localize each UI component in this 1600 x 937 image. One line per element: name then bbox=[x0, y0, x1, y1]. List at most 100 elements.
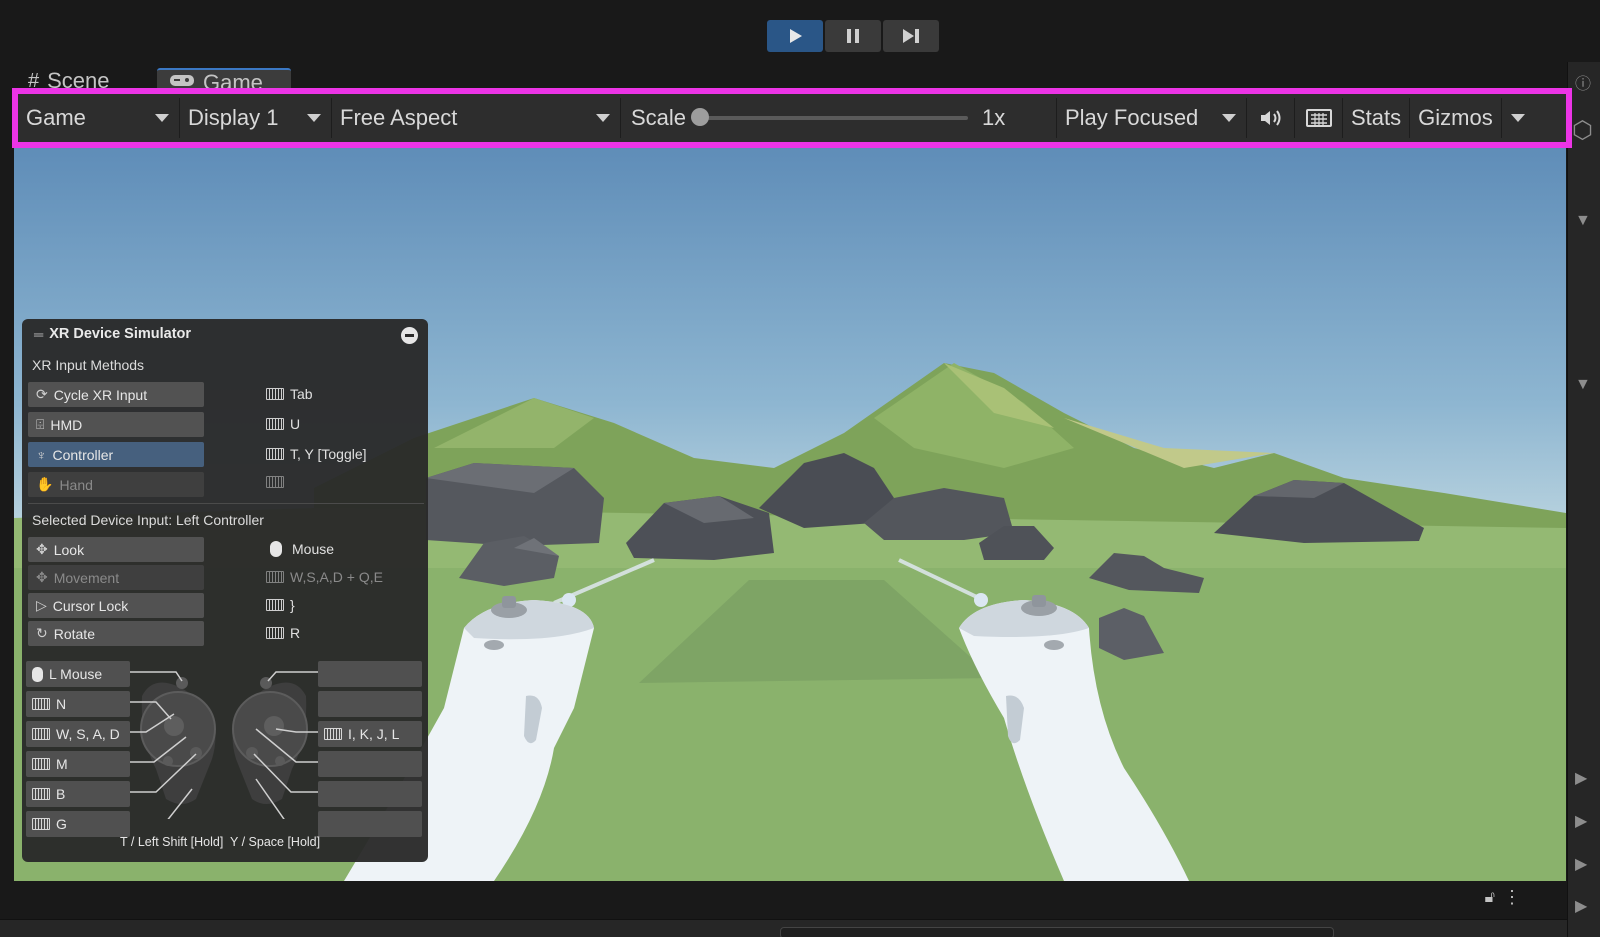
view-dropdown[interactable]: Game bbox=[18, 98, 180, 138]
xr-device-simulator-panel: ═ XR Device Simulator XR Input Methods ⟳… bbox=[22, 319, 428, 862]
gizmos-dropdown[interactable] bbox=[1500, 98, 1535, 138]
stats-button[interactable]: Stats bbox=[1343, 98, 1411, 138]
cursor-lock-label: Cursor Lock bbox=[52, 597, 129, 614]
cube-icon[interactable]: ⬡ bbox=[1572, 116, 1593, 145]
cursor-lock-button[interactable]: ▷ Cursor Lock bbox=[28, 593, 204, 618]
mute-audio-button[interactable] bbox=[1247, 98, 1295, 138]
expand-arrow-icon-3[interactable]: ▶ bbox=[1575, 854, 1587, 874]
left-controller-button-3[interactable]: W, S, A, D bbox=[26, 721, 130, 747]
move-icon: ✥ bbox=[36, 569, 48, 585]
play-mode-label: Play Focused bbox=[1065, 105, 1199, 130]
left-controller-button-4[interactable]: M bbox=[26, 751, 130, 777]
left-controller-button-2[interactable]: N bbox=[26, 691, 130, 717]
movement-key: W,S,A,D + Q,E bbox=[266, 569, 383, 585]
scale-slider-thumb[interactable] bbox=[691, 108, 710, 126]
keyboard-icon bbox=[32, 698, 50, 710]
drag-handle-icon[interactable]: ═ bbox=[34, 327, 43, 342]
cycle-xr-input-key: Tab bbox=[266, 386, 313, 402]
pause-icon bbox=[847, 29, 859, 43]
more-icon-bottom[interactable]: ⋮ bbox=[1503, 887, 1521, 908]
rotate-button[interactable]: ↻ Rotate bbox=[28, 621, 204, 646]
right-controller-button-3[interactable]: I, K, J, L bbox=[318, 721, 422, 747]
right-controller-button-1[interactable] bbox=[318, 661, 422, 687]
game-view-viewport[interactable]: ═ XR Device Simulator XR Input Methods ⟳… bbox=[14, 148, 1566, 881]
keyboard-icon bbox=[266, 418, 284, 430]
unity-editor-window: # Scene Game ⋮ ⓘ ⬡ ▼ ▼ ▶ ▶ ▶ ▶ Game Disp… bbox=[0, 0, 1600, 937]
chevron-down-icon bbox=[155, 114, 169, 122]
left-controller-button-5-label: B bbox=[56, 786, 66, 802]
look-key-label: Mouse bbox=[292, 541, 335, 557]
right-controller-button-6[interactable] bbox=[318, 811, 422, 837]
right-trigger-hint: Y / Space [Hold] bbox=[230, 835, 321, 849]
play-toolbar bbox=[0, 0, 1600, 68]
left-controller-button-1-label: L Mouse bbox=[49, 666, 103, 682]
scale-label: Scale bbox=[631, 105, 687, 130]
hand-key bbox=[266, 476, 284, 488]
keyboard-icon bbox=[324, 728, 342, 740]
cycle-icon: ⟳ bbox=[36, 386, 48, 402]
lock-icon[interactable]: 🔓︎ bbox=[1485, 889, 1495, 907]
keyboard-shortcuts-button[interactable] bbox=[1295, 98, 1343, 138]
movement-key-label: W,S,A,D + Q,E bbox=[290, 569, 383, 585]
controller-key: T, Y [Toggle] bbox=[266, 446, 367, 462]
expand-arrow-icon[interactable]: ▶ bbox=[1575, 768, 1587, 788]
controller-diagram bbox=[126, 671, 322, 819]
xr-panel-header[interactable]: ═ XR Device Simulator bbox=[34, 326, 191, 342]
left-controller-button-6[interactable]: G bbox=[26, 811, 130, 837]
left-controller-button-5[interactable]: B bbox=[26, 781, 130, 807]
aspect-dropdown-label: Free Aspect bbox=[340, 105, 458, 130]
display-dropdown[interactable]: Display 1 bbox=[180, 98, 332, 138]
collapse-arrow-icon[interactable]: ▼ bbox=[1575, 212, 1591, 230]
search-input[interactable] bbox=[780, 927, 1334, 937]
right-sidebar: ⓘ ⬡ ▼ ▼ ▶ ▶ ▶ ▶ bbox=[1567, 62, 1600, 937]
step-icon bbox=[903, 29, 919, 43]
hand-button[interactable]: ✋ Hand bbox=[28, 472, 204, 497]
rotate-key: R bbox=[266, 625, 300, 641]
scale-control: Scale 1x bbox=[621, 98, 1057, 138]
right-controller-button-5[interactable] bbox=[318, 781, 422, 807]
look-label: Look bbox=[53, 541, 85, 558]
pause-button[interactable] bbox=[825, 20, 881, 52]
look-button[interactable]: ✥ Look bbox=[28, 537, 204, 562]
play-mode-dropdown[interactable]: Play Focused bbox=[1057, 98, 1247, 138]
aspect-dropdown[interactable]: Free Aspect bbox=[332, 98, 621, 138]
keyboard-icon bbox=[266, 448, 284, 460]
right-controller-button-4[interactable] bbox=[318, 751, 422, 777]
gizmos-label: Gizmos bbox=[1418, 105, 1493, 130]
hmd-button[interactable]: ⌹ HMD bbox=[28, 412, 204, 437]
collapse-panel-button[interactable] bbox=[401, 327, 418, 344]
game-view-toolbar: Game Display 1 Free Aspect Scale 1x Play… bbox=[12, 88, 1572, 148]
keyboard-icon bbox=[266, 571, 284, 583]
collapse-arrow-icon-2[interactable]: ▼ bbox=[1575, 376, 1591, 394]
hmd-label: HMD bbox=[50, 416, 83, 433]
chevron-down-icon bbox=[307, 114, 321, 122]
scale-slider[interactable] bbox=[691, 108, 969, 126]
keyboard-icon bbox=[32, 788, 50, 800]
right-controller-button-3-label: I, K, J, L bbox=[348, 726, 400, 742]
info-icon[interactable]: ⓘ bbox=[1575, 70, 1591, 94]
bottom-panel: 🔓︎ ⋮ bbox=[0, 881, 1567, 937]
controller-key-label: T, Y [Toggle] bbox=[290, 446, 367, 462]
cycle-xr-input-button[interactable]: ⟳ Cycle XR Input bbox=[28, 382, 204, 407]
keyboard-icon bbox=[266, 627, 284, 639]
chevron-down-icon bbox=[1511, 114, 1526, 122]
keyboard-icon bbox=[266, 599, 284, 611]
left-controller-button-6-label: G bbox=[56, 816, 67, 832]
right-controller-button-2[interactable] bbox=[318, 691, 422, 717]
rotate-icon: ↻ bbox=[36, 625, 48, 641]
tab-strip: # Scene Game bbox=[0, 68, 1567, 94]
step-button[interactable] bbox=[883, 20, 939, 52]
left-controller-button-3-label: W, S, A, D bbox=[56, 726, 120, 742]
keyboard-icon bbox=[32, 818, 50, 830]
look-key: Mouse bbox=[266, 541, 334, 557]
left-controller-button-1[interactable]: L Mouse bbox=[26, 661, 130, 687]
chevron-down-icon bbox=[1222, 114, 1236, 122]
xr-panel-title: XR Device Simulator bbox=[49, 326, 192, 342]
play-button[interactable] bbox=[767, 20, 823, 52]
expand-arrow-icon-2[interactable]: ▶ bbox=[1575, 811, 1587, 831]
controller-button[interactable]: ♆ Controller bbox=[28, 442, 204, 467]
expand-arrow-icon-4[interactable]: ▶ bbox=[1575, 896, 1587, 916]
gizmos-button[interactable]: Gizmos bbox=[1410, 98, 1501, 138]
movement-button[interactable]: ✥ Movement bbox=[28, 565, 204, 590]
move-icon: ✥ bbox=[36, 541, 48, 557]
